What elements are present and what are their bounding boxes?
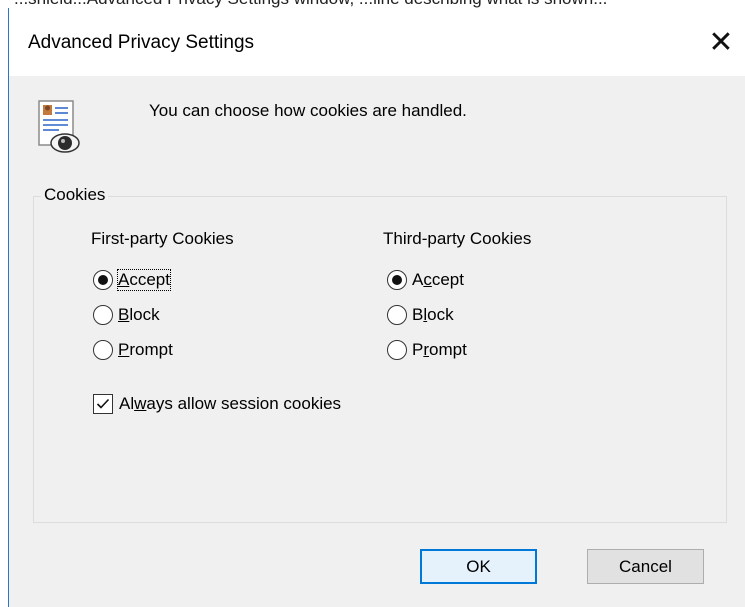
first-party-prompt-radio[interactable]: Prompt: [93, 340, 173, 360]
cookies-legend: Cookies: [41, 185, 109, 205]
first-party-title: First-party Cookies: [91, 229, 234, 248]
third-party-prompt-label: Prompt: [412, 340, 467, 359]
ok-button[interactable]: OK: [420, 549, 537, 584]
radio-indicator: [93, 340, 113, 360]
third-party-prompt-radio[interactable]: Prompt: [387, 340, 467, 360]
cancel-button[interactable]: Cancel: [587, 549, 704, 584]
session-cookies-label: Always allow session cookies: [119, 394, 342, 413]
label-rest: ccept: [129, 270, 170, 289]
dialog-title: Advanced Privacy Settings: [28, 32, 255, 53]
third-party-block-radio[interactable]: Block: [387, 305, 454, 325]
first-party-accept-label: Accept: [117, 269, 171, 291]
close-icon: ✕: [708, 25, 734, 59]
radio-indicator: [387, 305, 407, 325]
background-window-strip: ...shield...Advanced Privacy Settings wi…: [0, 0, 745, 8]
intro-text: You can choose how cookies are handled.: [149, 101, 467, 120]
first-party-accept-radio[interactable]: Accept: [93, 269, 171, 291]
close-button[interactable]: ✕: [701, 22, 741, 62]
third-party-accept-label: Accept: [412, 270, 464, 289]
advanced-privacy-settings-dialog: Advanced Privacy Settings ✕ You can choo…: [8, 8, 745, 607]
first-party-prompt-label: Prompt: [118, 340, 173, 359]
third-party-accept-radio[interactable]: Accept: [387, 270, 464, 290]
radio-indicator: [387, 340, 407, 360]
third-party-title: Third-party Cookies: [383, 229, 532, 248]
background-partial-text: ...shield...Advanced Privacy Settings wi…: [14, 0, 607, 8]
first-party-block-radio[interactable]: Block: [93, 305, 160, 325]
radio-indicator: [93, 305, 113, 325]
third-party-block-label: Block: [412, 305, 454, 324]
radio-indicator: [387, 270, 407, 290]
radio-indicator: [93, 270, 113, 290]
title-bar: Advanced Privacy Settings ✕: [9, 8, 745, 76]
document-eye-icon: [38, 100, 80, 153]
checkmark-icon: [93, 394, 113, 414]
first-party-block-label: Block: [118, 305, 160, 324]
session-cookies-checkbox[interactable]: Always allow session cookies: [93, 394, 341, 414]
